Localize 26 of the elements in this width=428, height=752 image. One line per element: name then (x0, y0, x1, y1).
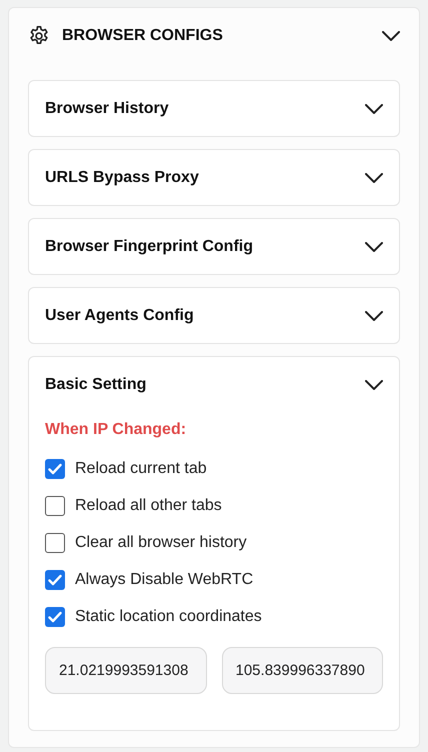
chevron-icon (382, 31, 400, 41)
checkbox[interactable] (45, 458, 65, 478)
section-header[interactable]: URLS Bypass Proxy (45, 150, 383, 205)
settings-icon (28, 25, 50, 47)
section-heading: When IP Changed: (45, 420, 186, 440)
chevron-icon (365, 242, 383, 252)
checkbox[interactable] (45, 570, 65, 590)
checkbox[interactable] (45, 496, 65, 516)
checkbox[interactable] (45, 606, 65, 626)
section-header[interactable]: Browser Fingerprint Config (45, 219, 383, 274)
section-header[interactable]: User Agents Config (45, 288, 383, 343)
section-header[interactable]: Basic Setting (45, 357, 383, 412)
chevron-icon (365, 172, 383, 182)
panel-header[interactable]: BROWSER CONFIGS (28, 8, 400, 64)
checkbox-label: Reload current tab (75, 458, 207, 478)
checkbox-label: Always Disable WebRTC (75, 570, 254, 590)
chevron-icon (365, 104, 383, 114)
section-header[interactable]: Browser History (45, 81, 383, 136)
checkbox-label: Clear all browser history (75, 532, 247, 552)
chevron-icon (365, 310, 383, 320)
coordinate-field[interactable]: 105.839996337890 (222, 647, 383, 694)
chevron-icon (365, 380, 383, 390)
checkbox[interactable] (45, 532, 65, 552)
checkbox-label: Reload all other tabs (75, 496, 222, 516)
coordinate-field[interactable]: 21.0219993591308 (45, 647, 206, 694)
checkbox-label: Static location coordinates (75, 606, 262, 626)
